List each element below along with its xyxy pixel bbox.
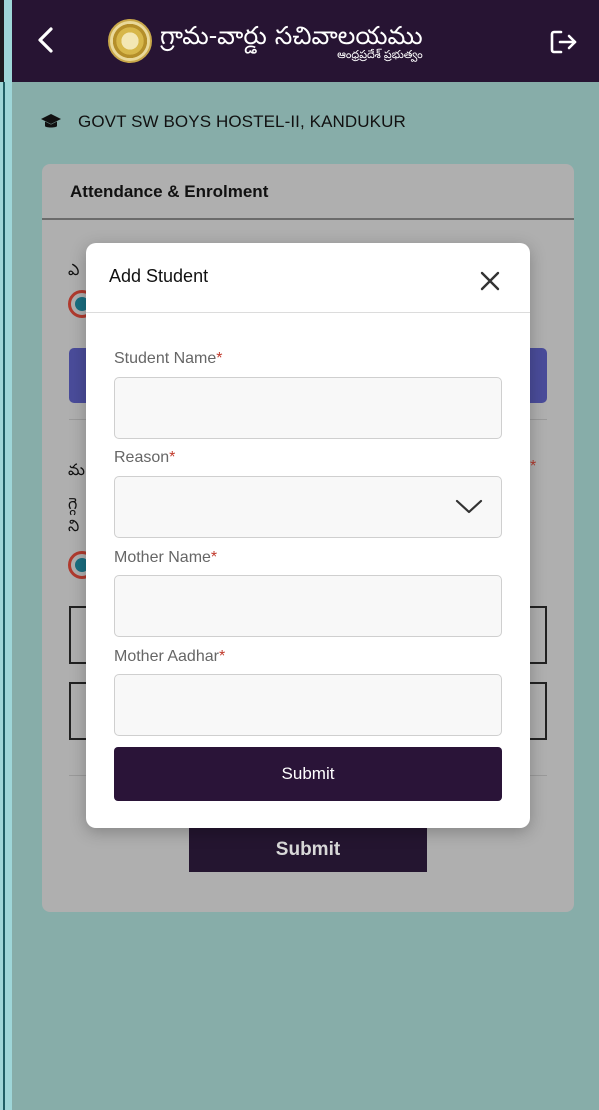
app-screen: గ్రామ-వార్డు సచివాలయము ఆంధ్రప్రదేశ్ ప్రభ… [12,0,599,1110]
student-name-input[interactable] [114,377,502,439]
mother-name-input[interactable] [114,575,502,637]
card-submit-button[interactable]: Submit [189,828,427,872]
office-name: GOVT SW BOYS HOSTEL-II, KANDUKUR [78,112,406,131]
mother-aadhar-input[interactable] [114,674,502,736]
reason-select[interactable] [114,476,502,538]
chevron-left-icon [38,27,53,53]
office-header: GOVT SW BOYS HOSTEL-II, KANDUKUR [40,112,406,132]
partial-question-4: ని [68,516,80,535]
dialog-title: Add Student [109,266,209,286]
logout-icon [550,30,577,54]
close-icon [480,271,500,291]
mother-aadhar-label: Mother Aadhar* [114,648,226,665]
student-name-label: Student Name* [114,350,223,367]
required-mark: * [530,458,537,475]
card-title: Attendance & Enrolment [70,182,269,201]
add-student-dialog: Add Student Student Name* Reason* Mother… [86,243,530,828]
graduation-cap-icon [41,114,61,128]
partial-question-3: గ్గె [68,494,78,513]
partial-question-2: మ [68,460,85,479]
app-subtitle: ఆంధ్రప్రదేశ్ ప్రభుత్వం [337,49,423,61]
close-button[interactable] [474,265,506,297]
ap-emblem-icon [108,19,152,63]
dialog-divider [86,312,530,313]
screen-edge [0,0,12,1110]
card-divider [42,218,574,220]
app-title: గ్రామ-వార్డు సచివాలయము [160,21,423,50]
brand-logo: గ్రామ-వార్డు సచివాలయము ఆంధ్రప్రదేశ్ ప్రభ… [108,12,423,70]
chevron-down-icon [455,499,483,514]
back-button[interactable] [26,20,66,60]
mother-name-label: Mother Name* [114,549,218,566]
app-bar: గ్రామ-వార్డు సచివాలయము ఆంధ్రప్రదేశ్ ప్రభ… [12,0,599,82]
reason-label: Reason* [114,449,176,466]
logout-button[interactable] [544,22,584,62]
partial-question-1: ఎ [68,260,80,279]
submit-button[interactable]: Submit [114,747,502,801]
